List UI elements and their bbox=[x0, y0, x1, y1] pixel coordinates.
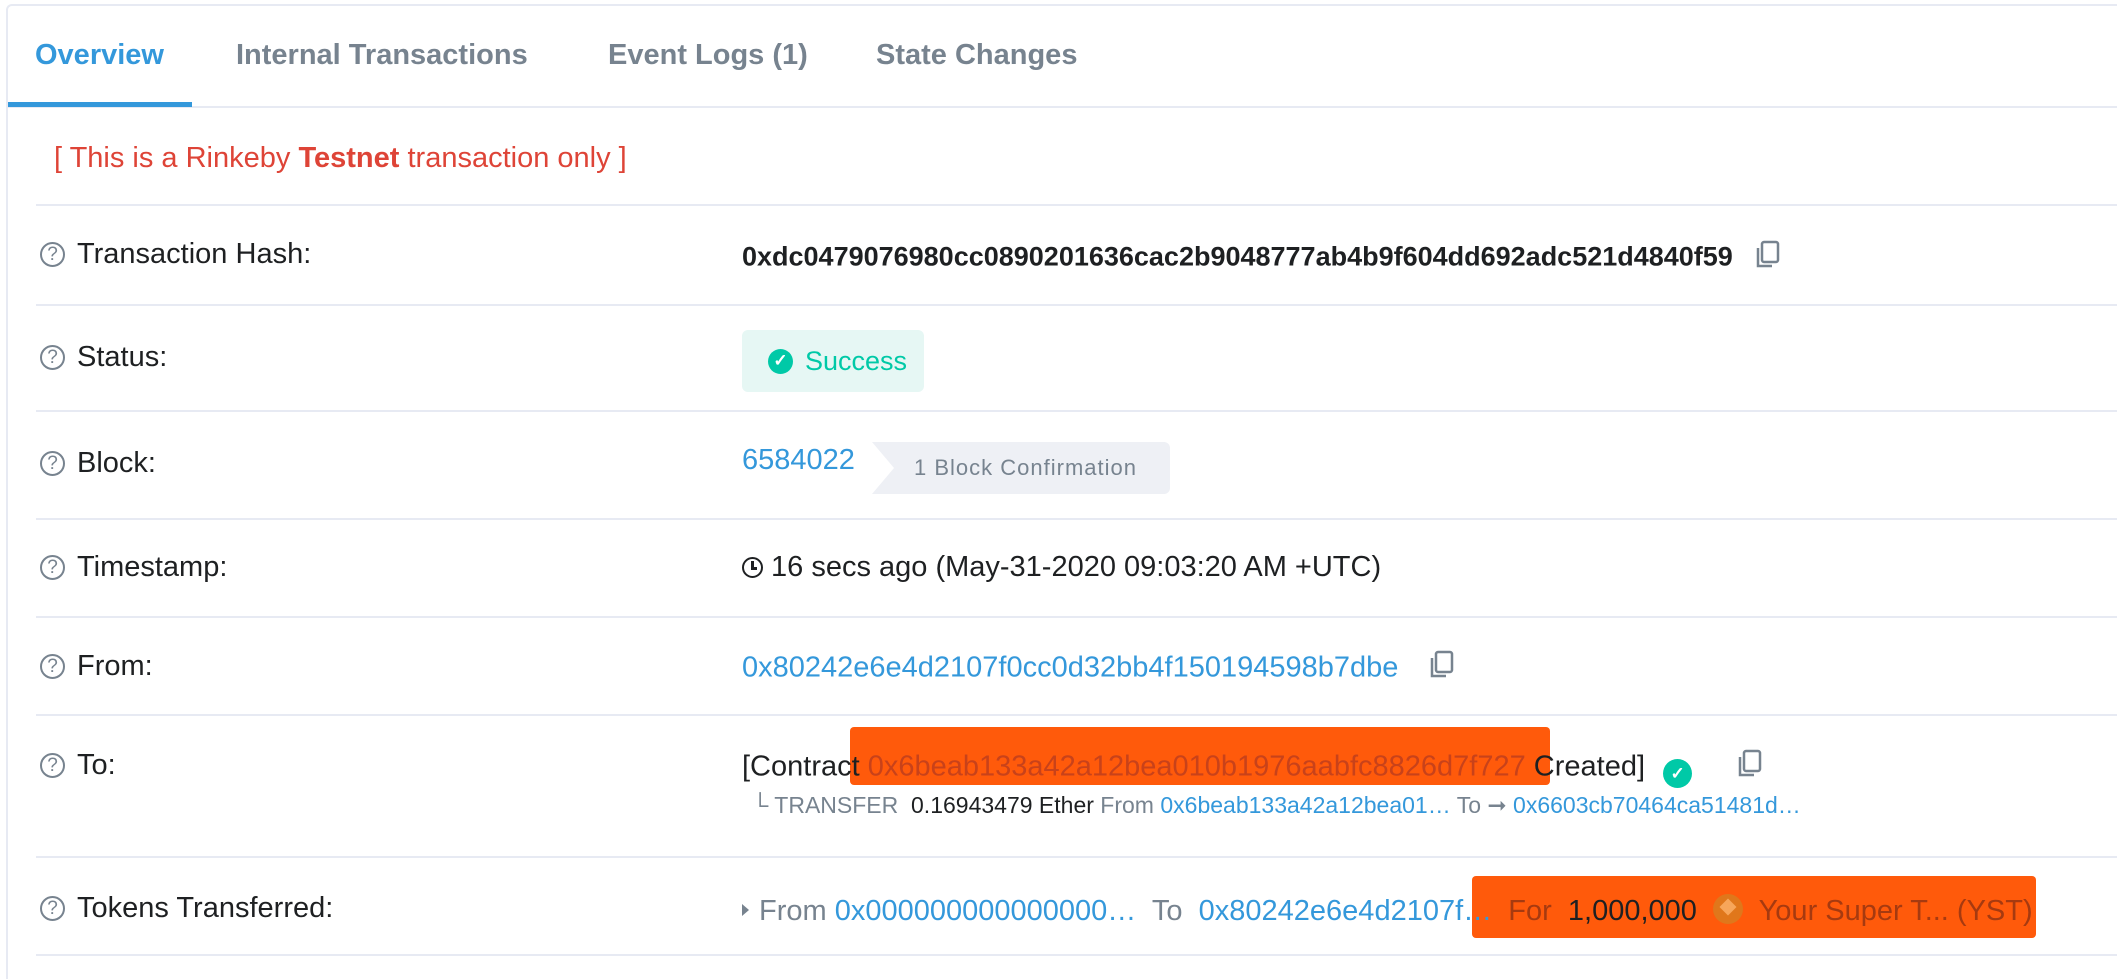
contract-suffix: Created] bbox=[1525, 750, 1646, 783]
contract-prefix: [Contract bbox=[742, 750, 868, 783]
expand-caret-icon[interactable] bbox=[742, 904, 749, 916]
from-label: ? From: bbox=[40, 650, 153, 683]
help-icon[interactable]: ? bbox=[40, 242, 65, 267]
contract-address-link[interactable]: 0x6beab133a42a12bea010b1976aabfc8826d7f7… bbox=[868, 751, 1526, 783]
timestamp-value: 16 secs ago (May-31-2020 09:03:20 AM +UT… bbox=[742, 551, 1381, 584]
divider bbox=[36, 410, 2117, 412]
copy-icon[interactable] bbox=[1428, 650, 1456, 688]
from-value: 0x80242e6e4d2107f0cc0d32bb4f150194598b7d… bbox=[742, 650, 1456, 688]
testnet-banner: [ This is a Rinkeby Testnet transaction … bbox=[54, 142, 627, 175]
token-to-link[interactable]: 0x80242e6e4d2107f… bbox=[1199, 895, 1492, 927]
transaction-details-card: Overview Internal Transactions Event Log… bbox=[6, 4, 2117, 979]
hash-label: ? Transaction Hash: bbox=[40, 238, 311, 271]
transaction-hash-value: 0xdc0479076980cc0890201636cac2b9048777ab… bbox=[742, 240, 1782, 277]
help-icon[interactable]: ? bbox=[40, 345, 65, 370]
transaction-hash: 0xdc0479076980cc0890201636cac2b9048777ab… bbox=[742, 241, 1733, 272]
help-icon[interactable]: ? bbox=[40, 555, 65, 580]
tab-internal-transactions[interactable]: Internal Transactions bbox=[236, 39, 528, 72]
banner-bold: Testnet bbox=[298, 142, 400, 174]
clock-icon bbox=[742, 557, 763, 578]
tab-event-logs[interactable]: Event Logs (1) bbox=[608, 39, 808, 72]
hash-label-text: Transaction Hash: bbox=[77, 238, 312, 270]
to-value: [Contract 0x6beab133a42a12bea010b1976aab… bbox=[742, 749, 1764, 789]
banner-suffix: transaction only ] bbox=[399, 142, 627, 174]
token-from-link[interactable]: 0x000000000000000… bbox=[835, 895, 1137, 927]
transfer-from-link[interactable]: 0x6beab133a42a12bea01… bbox=[1160, 792, 1450, 818]
tab-bar: Overview Internal Transactions Event Log… bbox=[8, 6, 2117, 108]
transfer-from-word: From bbox=[1100, 792, 1154, 818]
tab-overview[interactable]: Overview bbox=[35, 39, 164, 72]
timestamp-text: 16 secs ago (May-31-2020 09:03:20 AM +UT… bbox=[771, 551, 1382, 583]
block-label: ? Block: bbox=[40, 447, 156, 480]
divider bbox=[36, 616, 2117, 618]
to-label-text: To: bbox=[77, 749, 116, 781]
tab-state-changes[interactable]: State Changes bbox=[876, 39, 1077, 72]
to-label: ? To: bbox=[40, 749, 116, 782]
from-address-link[interactable]: 0x80242e6e4d2107f0cc0d32bb4f150194598b7d… bbox=[742, 652, 1398, 684]
verified-icon: ✓ bbox=[1663, 759, 1693, 789]
tree-branch-icon: └ bbox=[752, 792, 775, 818]
status-label: ? Status: bbox=[40, 341, 167, 374]
divider bbox=[36, 856, 2117, 858]
from-label-text: From: bbox=[77, 650, 153, 682]
status-badge: ✓ Success bbox=[742, 330, 924, 392]
divider bbox=[36, 204, 2117, 206]
transfer-to-link[interactable]: 0x6603cb70464ca51481d… bbox=[1513, 792, 1801, 818]
check-circle-icon: ✓ bbox=[768, 348, 793, 374]
block-number-link[interactable]: 6584022 bbox=[742, 444, 855, 477]
divider bbox=[36, 954, 2117, 956]
help-icon[interactable]: ? bbox=[40, 654, 65, 679]
transfer-to-word: To bbox=[1456, 792, 1481, 818]
token-name-link[interactable]: Your Super T... (YST) bbox=[1759, 895, 2033, 927]
transfer-amount: 0.16943479 Ether bbox=[911, 792, 1094, 818]
copy-icon[interactable] bbox=[1736, 749, 1764, 787]
token-for-word: For bbox=[1508, 895, 1552, 927]
help-icon[interactable]: ? bbox=[40, 451, 65, 476]
tokens-label: ? Tokens Transferred: bbox=[40, 892, 333, 925]
timestamp-label-text: Timestamp: bbox=[77, 551, 228, 583]
arrow-right-icon: ➞ bbox=[1487, 792, 1507, 818]
active-tab-indicator bbox=[8, 102, 192, 107]
token-amount: 1,000,000 bbox=[1567, 895, 1697, 927]
banner-prefix: [ This is a Rinkeby bbox=[54, 142, 299, 174]
copy-icon[interactable] bbox=[1754, 240, 1782, 277]
transfer-tag: TRANSFER bbox=[774, 792, 899, 818]
internal-transfer-line: └ TRANSFER 0.16943479 Ether From 0x6beab… bbox=[752, 792, 1801, 819]
divider bbox=[36, 714, 2117, 716]
status-label-text: Status: bbox=[77, 341, 168, 373]
block-label-text: Block: bbox=[77, 447, 156, 479]
block-confirmation-badge: 1 Block Confirmation bbox=[872, 442, 1170, 494]
tokens-label-text: Tokens Transferred: bbox=[77, 892, 334, 924]
token-to-word: To bbox=[1151, 895, 1183, 927]
status-value: Success bbox=[805, 345, 908, 376]
token-transfer-line: From 0x000000000000000… To 0x80242e6e4d2… bbox=[742, 894, 2033, 928]
timestamp-label: ? Timestamp: bbox=[40, 551, 227, 584]
help-icon[interactable]: ? bbox=[40, 753, 65, 778]
divider bbox=[36, 518, 2117, 520]
token-from-word: From bbox=[759, 895, 827, 927]
divider bbox=[36, 304, 2117, 306]
token-logo-icon bbox=[1713, 894, 1744, 924]
help-icon[interactable]: ? bbox=[40, 896, 65, 921]
